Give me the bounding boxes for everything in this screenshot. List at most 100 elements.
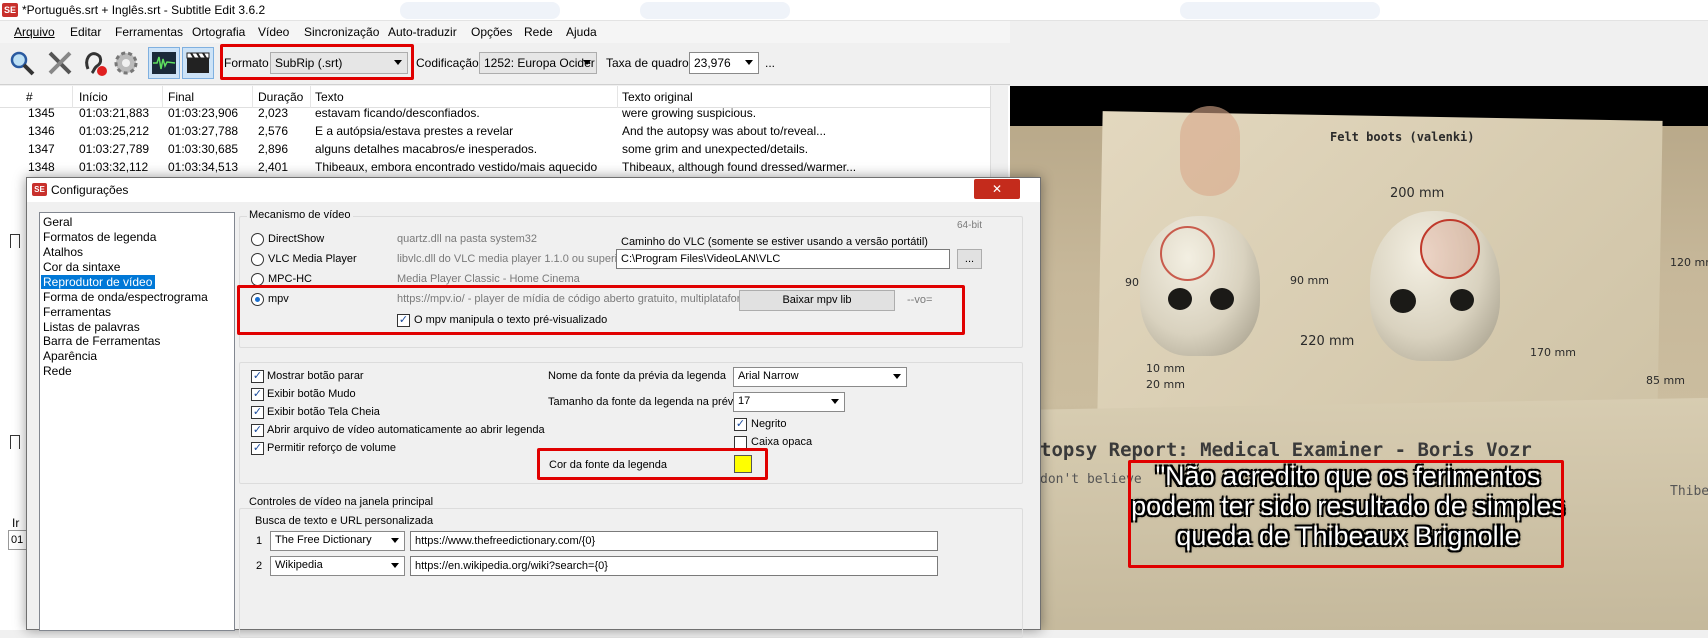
column-end[interactable]: Final	[168, 90, 194, 104]
encoding-label: Codificação	[416, 56, 479, 70]
settings-gear-icon[interactable]	[110, 47, 142, 79]
framerate-select[interactable]: 23,976	[689, 52, 759, 74]
show-fullscreen-label: Exibir botão Tela Cheia	[267, 406, 380, 418]
chevron-down-icon	[391, 563, 399, 568]
nav-item-forma-onda[interactable]: Forma de onda/espectrograma	[43, 290, 208, 304]
mpv-highlight	[237, 285, 965, 335]
font-size-label: Tamanho da fonte da legenda na prévia	[548, 396, 742, 408]
column-number[interactable]: #	[26, 90, 33, 104]
frame-text: topsy Report: Medical Examiner - Boris V…	[1040, 439, 1532, 461]
nav-item-rede[interactable]: Rede	[43, 364, 72, 378]
volume-boost-label: Permitir reforço de volume	[267, 442, 396, 454]
radio-directshow[interactable]	[251, 233, 264, 246]
toolbar: Formato SubRip (.srt) Codificação 1252: …	[0, 43, 1010, 85]
format-highlight	[220, 44, 414, 80]
row-text: Thibeaux, embora encontrado vestido/mais…	[315, 160, 598, 174]
eye-socket	[1210, 288, 1234, 310]
table-row[interactable]: 1347 01:03:27,789 01:03:30,685 2,896 alg…	[0, 139, 990, 159]
browse-button[interactable]: ...	[957, 249, 982, 269]
radio-vlc[interactable]	[251, 253, 264, 266]
menu-editar[interactable]: Editar	[70, 25, 101, 39]
vlc-path-input[interactable]: C:\Program Files\VideoLAN\VLC	[616, 249, 950, 269]
show-mute-checkbox[interactable]: ✓	[251, 388, 264, 401]
nav-item-cor-sintaxe[interactable]: Cor da sintaxe	[43, 260, 120, 274]
table-row[interactable]: 1345 01:03:21,883 01:03:23,906 2,023 est…	[0, 103, 990, 123]
vlc-path-label: Caminho do VLC (somente se estiver usand…	[621, 236, 928, 248]
frame-text: 85 mm	[1646, 374, 1685, 387]
auto-open-checkbox[interactable]: ✓	[251, 424, 264, 437]
bookmark-icon[interactable]	[10, 234, 20, 248]
goto-input[interactable]: 01	[8, 530, 28, 550]
row-end: 01:03:30,685	[168, 142, 239, 156]
bold-label: Negrito	[751, 418, 787, 430]
search-provider-select[interactable]: The Free Dictionary	[270, 531, 405, 551]
menu-ajuda[interactable]: Ajuda	[566, 25, 597, 39]
row-number: 1345	[28, 106, 55, 120]
row-original-text: some grim and unexpected/details.	[622, 142, 809, 156]
column-text[interactable]: Texto	[315, 90, 344, 104]
chevron-down-icon	[831, 399, 839, 404]
column-duration[interactable]: Duração	[258, 90, 303, 104]
font-size-value: 17	[738, 395, 751, 407]
menu-ortografia[interactable]: Ortografia	[192, 25, 245, 39]
show-stop-checkbox[interactable]: ✓	[251, 370, 264, 383]
font-color-highlight	[537, 448, 768, 480]
menu-video[interactable]: Vídeo	[258, 25, 289, 39]
nav-item-geral[interactable]: Geral	[43, 215, 72, 229]
row-duration: 2,896	[258, 142, 289, 156]
mpc-hc-label: MPC-HC	[268, 273, 312, 285]
search-row-number: 1	[256, 535, 263, 547]
grid-scrollbar[interactable]	[990, 86, 1008, 186]
framerate-value: 23,976	[694, 56, 731, 70]
table-row[interactable]: 1348 01:03:32,112 01:03:34,513 2,401 Thi…	[0, 157, 990, 177]
search-provider-select[interactable]: Wikipedia	[270, 556, 405, 576]
menu-bar: Arquivo Editar Ferramentas Ortografia Ví…	[0, 21, 1010, 43]
search-url-input[interactable]: https://en.wikipedia.org/wiki?search={0}	[410, 556, 938, 576]
bookmark-icon[interactable]	[10, 435, 20, 449]
dialog-title-bar: SE Configurações ✕	[27, 178, 1040, 202]
video-player[interactable]: Felt boots (valenki) 200 mm 90 mm 90 mm …	[1010, 86, 1708, 630]
show-fullscreen-checkbox[interactable]: ✓	[251, 406, 264, 419]
nav-item-reprodutor-video[interactable]: Reprodutor de vídeo	[41, 275, 156, 289]
skull-drawing-left	[1140, 216, 1260, 356]
column-original-text[interactable]: Texto original	[622, 90, 693, 104]
more-button[interactable]: ...	[765, 56, 775, 70]
encoding-select[interactable]: 1252: Europa Ocider	[479, 52, 597, 74]
nav-item-barra-ferramentas[interactable]: Barra de Ferramentas	[43, 334, 160, 348]
bold-checkbox[interactable]: ✓	[734, 418, 747, 431]
menu-opcoes[interactable]: Opções	[471, 25, 512, 39]
video-toggle-icon[interactable]	[182, 47, 214, 79]
eye-socket	[1390, 289, 1416, 313]
close-icon: ✕	[991, 182, 1003, 196]
dialog-logo-icon: SE	[32, 183, 47, 196]
close-button[interactable]: ✕	[974, 179, 1020, 199]
nav-item-ferramentas[interactable]: Ferramentas	[43, 305, 111, 319]
font-name-value: Arial Narrow	[738, 370, 799, 382]
row-end: 01:03:23,906	[168, 106, 239, 120]
row-original-text: were growing suspicious.	[622, 106, 757, 120]
nav-item-listas-palavras[interactable]: Listas de palavras	[43, 320, 140, 334]
font-size-select[interactable]: 17	[733, 392, 845, 412]
menu-rede[interactable]: Rede	[524, 25, 553, 39]
menu-sincronizacao[interactable]: Sincronização	[304, 25, 379, 39]
font-name-select[interactable]: Arial Narrow	[733, 367, 907, 387]
volume-boost-checkbox[interactable]: ✓	[251, 442, 264, 455]
menu-ferramentas[interactable]: Ferramentas	[115, 25, 183, 39]
encoding-value: 1252: Europa Ocider	[484, 56, 595, 70]
video-engine-title: Mecanismo de vídeo	[247, 209, 353, 221]
row-start: 01:03:32,112	[79, 160, 149, 174]
nav-item-aparencia[interactable]: Aparência	[43, 349, 97, 363]
nav-item-atalhos[interactable]: Atalhos	[43, 245, 83, 259]
menu-auto-traduzir[interactable]: Auto-traduzir	[388, 25, 457, 39]
column-start[interactable]: Início	[79, 90, 108, 104]
nav-item-formatos[interactable]: Formatos de legenda	[43, 230, 156, 244]
frame-text: Felt boots (valenki)	[1330, 130, 1475, 144]
tools-icon[interactable]	[44, 47, 76, 79]
frame-text: 20 mm	[1146, 378, 1185, 391]
hearing-impaired-icon[interactable]	[78, 47, 110, 79]
waveform-toggle-icon[interactable]	[148, 47, 180, 79]
table-row[interactable]: 1346 01:03:25,212 01:03:27,788 2,576 E a…	[0, 121, 990, 141]
find-icon[interactable]	[6, 47, 38, 79]
menu-arquivo[interactable]: Arquivo	[14, 25, 55, 39]
search-url-input[interactable]: https://www.thefreedictionary.com/{0}	[410, 531, 938, 551]
